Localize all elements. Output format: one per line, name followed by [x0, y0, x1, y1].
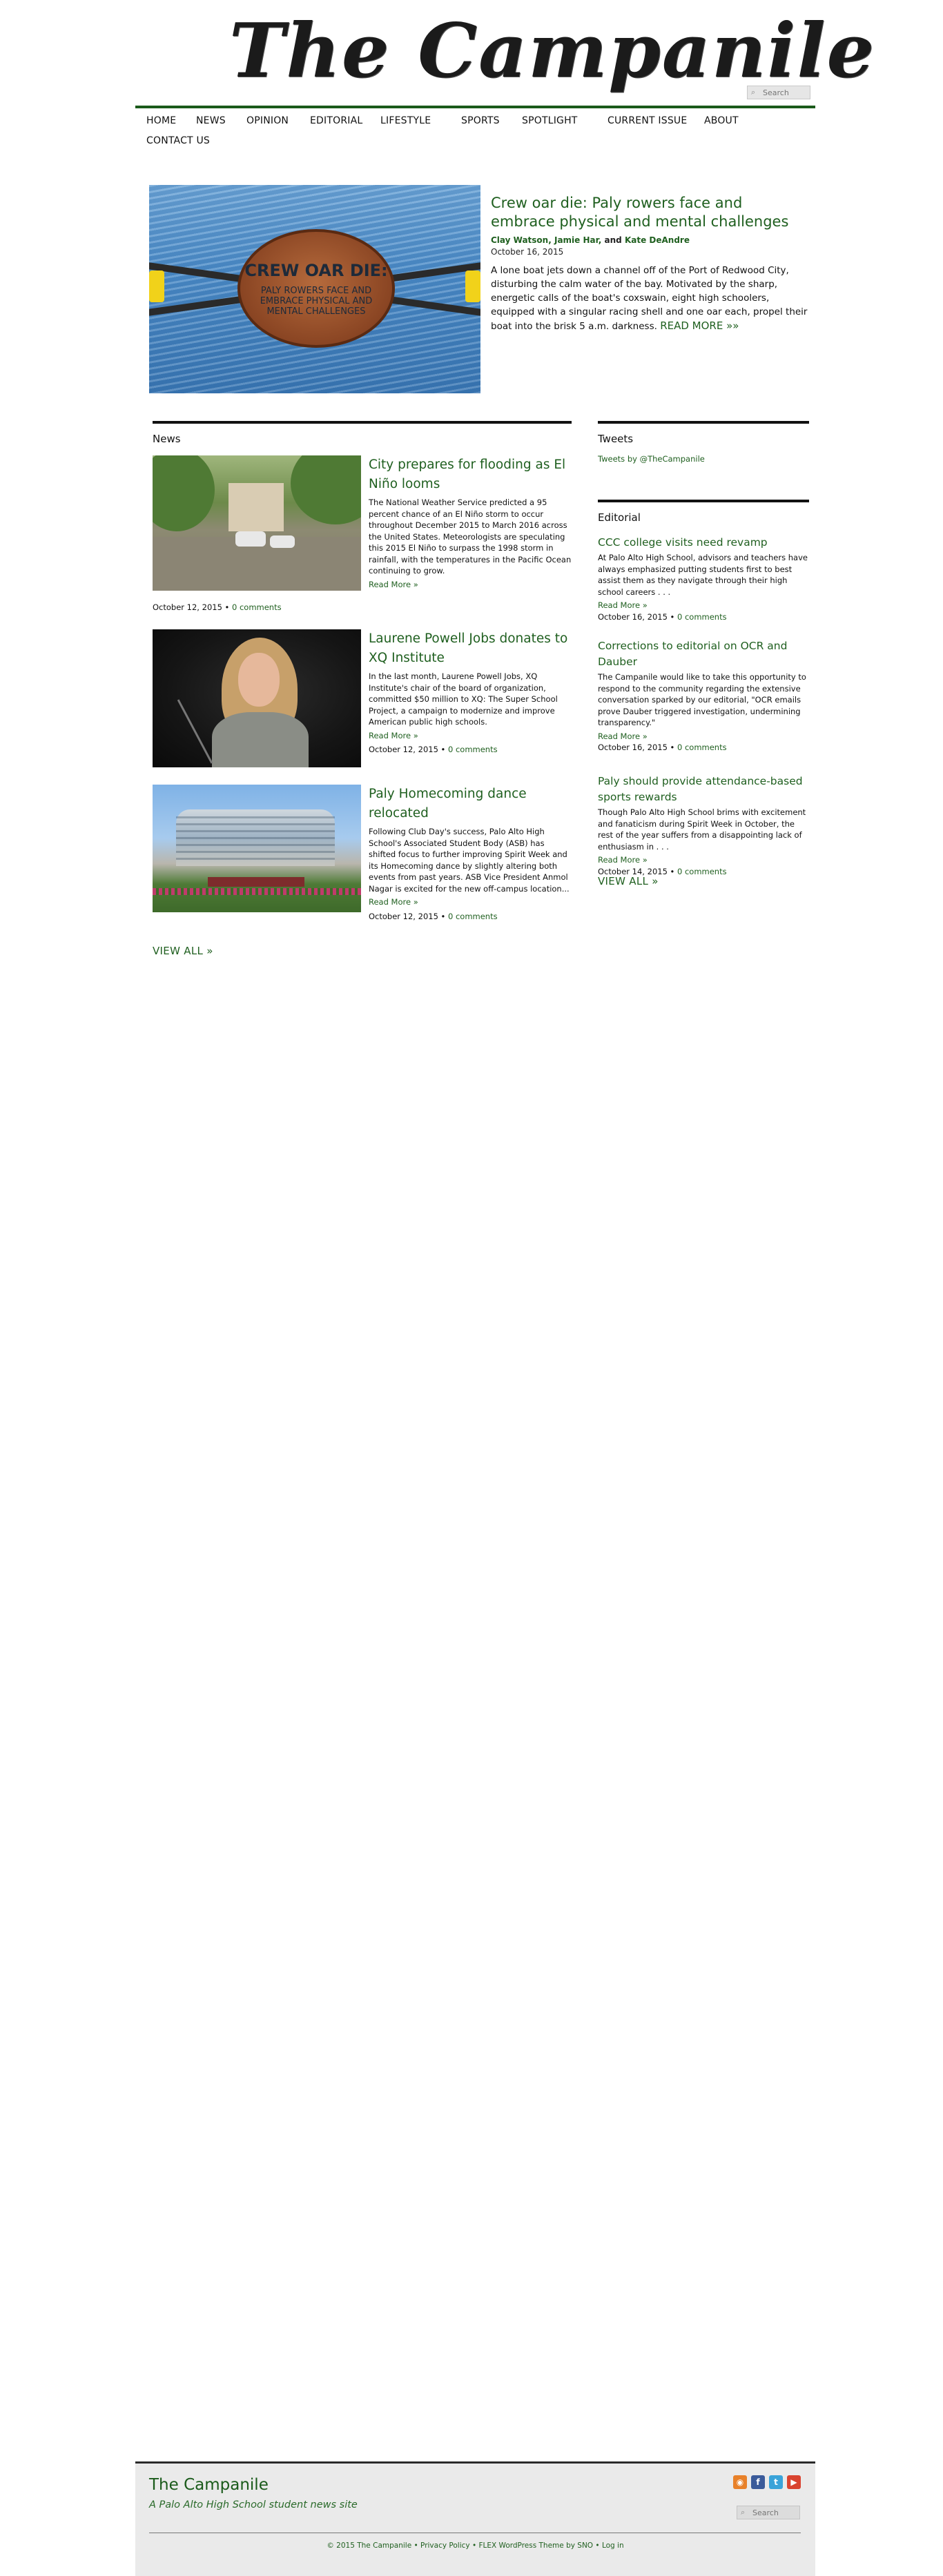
author-link[interactable]: Kate DeAndre: [625, 235, 690, 245]
editorial-meta: October 16, 2015 • 0 comments: [598, 743, 727, 752]
editorial-meta: October 16, 2015 • 0 comments: [598, 611, 727, 622]
comments-link[interactable]: 0 comments: [677, 867, 727, 876]
privacy-policy-link[interactable]: Privacy Policy: [420, 2541, 470, 2550]
news-title[interactable]: Laurene Powell Jobs donates to XQ Instit…: [369, 631, 567, 665]
editorial-item: CCC college visits need revamp At Palo A…: [598, 535, 809, 622]
read-more-link[interactable]: Read More »: [598, 731, 648, 741]
nav-item-lifestyle[interactable]: LIFESTYLE: [380, 115, 431, 126]
search-input[interactable]: [763, 87, 808, 98]
page: The Campanile ⌕ HOME NEWS OPINION EDITOR…: [135, 0, 874, 2576]
news-title[interactable]: City prepares for flooding as El Niño lo…: [369, 458, 565, 491]
nav-item-editorial[interactable]: EDITORIAL: [310, 115, 362, 126]
news-view-all-link[interactable]: VIEW ALL »: [153, 945, 213, 957]
comments-link[interactable]: 0 comments: [677, 612, 727, 622]
feature-date: October 16, 2015: [491, 247, 564, 257]
search-icon: ⌕: [751, 88, 756, 97]
news-section-header: News: [153, 421, 572, 445]
feature-image-subhead: PALY ROWERS FACE AND EMBRACE PHYSICAL AN…: [260, 286, 373, 317]
twitter-icon[interactable]: t: [769, 2475, 783, 2489]
news-item: Paly Homecoming dance relocated Followin…: [153, 785, 572, 933]
site-logo[interactable]: The Campanile: [229, 4, 874, 98]
editorial-section-header: Editorial: [598, 500, 809, 524]
oar-blade: [149, 271, 164, 302]
nav-item-news[interactable]: NEWS: [196, 115, 226, 126]
feature-image[interactable]: CREW OAR DIE: PALY ROWERS FACE AND EMBRA…: [149, 185, 480, 393]
news-excerpt: In the last month, Laurene Powell Jobs, …: [369, 671, 558, 727]
feature-byline: Clay Watson, Jamie Har, and Kate DeAndre: [491, 235, 690, 245]
comments-link[interactable]: 0 comments: [677, 743, 727, 752]
editorial-excerpt: The Campanile would like to take this op…: [598, 672, 806, 727]
read-more-link[interactable]: Read More »: [369, 731, 418, 740]
rss-icon[interactable]: ◉: [733, 2475, 747, 2489]
author-link[interactable]: Clay Watson: [491, 235, 548, 245]
news-item: Laurene Powell Jobs donates to XQ Instit…: [153, 629, 572, 774]
comments-link[interactable]: 0 comments: [448, 912, 498, 921]
footer-search[interactable]: ⌕: [737, 2506, 800, 2519]
login-link[interactable]: Log in: [602, 2541, 624, 2550]
header-search[interactable]: ⌕: [747, 86, 810, 99]
footer-search-input[interactable]: [752, 2507, 798, 2518]
read-more-link[interactable]: Read More »: [369, 580, 418, 589]
news-heading: News: [153, 433, 181, 445]
news-image[interactable]: [153, 785, 361, 912]
editorial-item: Paly should provide attendance-based spo…: [598, 774, 809, 877]
editorial-excerpt: At Palo Alto High School, advisors and t…: [598, 553, 808, 597]
editorial-view-all-link[interactable]: VIEW ALL »: [598, 875, 659, 887]
feature-image-headline: CREW OAR DIE:: [244, 261, 388, 280]
masthead: The Campanile ⌕: [135, 0, 874, 105]
news-image[interactable]: [153, 455, 361, 591]
news-excerpt: Following Club Day's success, Palo Alto …: [369, 827, 570, 894]
site-footer: The Campanile A Palo Alto High School st…: [135, 2461, 815, 2576]
read-more-link[interactable]: READ MORE »»: [660, 319, 739, 332]
footer-credits: © 2015 The Campanile • Privacy Policy • …: [327, 2541, 624, 2550]
youtube-icon[interactable]: ▶: [787, 2475, 801, 2489]
news-item: City prepares for flooding as El Niño lo…: [153, 455, 572, 618]
read-more-link[interactable]: Read More »: [369, 897, 418, 907]
read-more-link[interactable]: Read More »: [598, 600, 648, 610]
footer-site-title[interactable]: The Campanile: [149, 2476, 269, 2494]
twitter-feed-link[interactable]: Tweets by @TheCampanile: [598, 454, 705, 464]
tweets-heading: Tweets: [598, 433, 634, 445]
nav-item-spotlight[interactable]: SPOTLIGHT: [522, 115, 578, 126]
news-meta: October 12, 2015 • 0 comments: [153, 602, 282, 612]
facebook-icon[interactable]: f: [751, 2475, 765, 2489]
nav-item-about[interactable]: ABOUT: [704, 115, 739, 126]
nav-item-home[interactable]: HOME: [146, 115, 176, 126]
comments-link[interactable]: 0 comments: [232, 602, 282, 612]
editorial-title[interactable]: CCC college visits need revamp: [598, 536, 768, 549]
news-excerpt: The National Weather Service predicted a…: [369, 498, 572, 576]
feature-story: Crew oar die: Paly rowers face and embra…: [491, 194, 808, 333]
tweets-section-header: Tweets: [598, 421, 809, 445]
news-meta: October 12, 2015 • 0 comments: [369, 911, 498, 921]
feature-plaque: CREW OAR DIE: PALY ROWERS FACE AND EMBRA…: [237, 229, 395, 348]
editorial-heading: Editorial: [598, 511, 641, 524]
nav-item-opinion[interactable]: OPINION: [246, 115, 289, 126]
theme-credit-link[interactable]: FLEX WordPress Theme by SNO: [479, 2541, 594, 2550]
author-link[interactable]: Jamie Har: [554, 235, 599, 245]
search-icon: ⌕: [741, 2508, 746, 2517]
news-title[interactable]: Paly Homecoming dance relocated: [369, 787, 527, 820]
news-image[interactable]: [153, 629, 361, 767]
footer-tagline: A Palo Alto High School student news sit…: [149, 2499, 358, 2510]
nav-item-current-issue[interactable]: CURRENT ISSUE: [607, 115, 687, 126]
feature-title[interactable]: Crew oar die: Paly rowers face and embra…: [491, 195, 788, 230]
oar-blade: [465, 271, 480, 302]
nav-item-sports[interactable]: SPORTS: [461, 115, 500, 126]
editorial-title[interactable]: Paly should provide attendance-based spo…: [598, 775, 803, 803]
editorial-title[interactable]: Corrections to editorial on OCR and Daub…: [598, 640, 787, 668]
main-nav: HOME NEWS OPINION EDITORIAL LIFESTYLE SP…: [135, 109, 815, 150]
news-meta: October 12, 2015 • 0 comments: [369, 745, 498, 754]
editorial-item: Corrections to editorial on OCR and Daub…: [598, 638, 809, 753]
editorial-excerpt: Though Palo Alto High School brims with …: [598, 807, 806, 852]
social-links: ◉ f t ▶: [733, 2475, 802, 2490]
comments-link[interactable]: 0 comments: [448, 745, 498, 754]
nav-item-contact-us[interactable]: CONTACT US: [146, 135, 210, 146]
header-divider: [135, 106, 815, 108]
read-more-link[interactable]: Read More »: [598, 855, 648, 865]
feature-excerpt: A lone boat jets down a channel off of t…: [491, 265, 808, 332]
